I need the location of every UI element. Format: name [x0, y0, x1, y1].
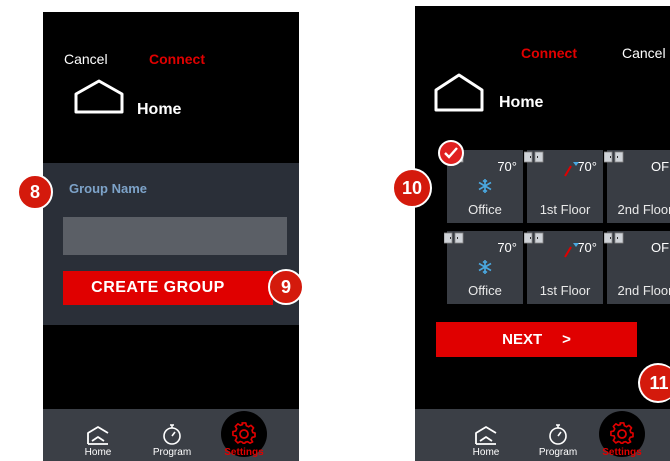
checkmark-icon [444, 147, 458, 159]
cancel-button[interactable]: Cancel [64, 51, 108, 67]
zone-grid: 70° Office 70°1st Floor OFF 2nd Floor 70° Offi… [443, 150, 670, 310]
step-badge-9: 9 [268, 269, 304, 305]
chevron-right-icon: > [562, 331, 571, 348]
cancel-button[interactable]: Cancel [622, 45, 666, 61]
select-zones-screen: Connect Cancel Home 70° Office 70° 1st Floo… [415, 6, 670, 461]
zone-name: 1st Floor [539, 202, 591, 217]
step-badge-11: 11 [638, 363, 670, 403]
zone-tile[interactable]: 70° 1st Floor [523, 150, 603, 223]
tab-home-label: Home [472, 447, 500, 458]
create-group-panel: Group Name CREATE GROUP [43, 163, 299, 325]
door-icon [523, 231, 544, 249]
tab-home[interactable]: Home [77, 409, 119, 461]
step-badge-10: 10 [392, 168, 432, 208]
create-group-button[interactable]: CREATE GROUP [63, 271, 273, 305]
tab-program[interactable]: Program [533, 409, 583, 461]
tab-home[interactable]: Home [465, 409, 507, 461]
home-icon [87, 426, 109, 445]
gear-icon [610, 422, 634, 444]
zone-tile[interactable]: OFF 2nd Floor [603, 150, 670, 223]
auto-mode-icon [563, 243, 581, 264]
snowflake-icon [477, 178, 493, 199]
door-icon [603, 150, 624, 168]
tab-home-label: Home [84, 447, 112, 458]
tab-bar: Home Program Settings [43, 409, 299, 461]
door-icon [603, 231, 624, 249]
connect-button[interactable]: Connect [521, 45, 577, 61]
door-icon [523, 150, 544, 168]
zone-temperature: OFF [651, 159, 670, 174]
zone-name: 2nd Floor [617, 202, 670, 217]
snowflake-icon [477, 259, 493, 280]
selected-check [438, 140, 464, 166]
zone-tile[interactable]: 70° 1st Floor [523, 231, 603, 304]
stopwatch-icon [549, 424, 567, 445]
tab-program-label: Program [538, 447, 578, 458]
tab-settings-label: Settings [224, 447, 264, 458]
tab-bar: Home Program Settings [415, 409, 670, 461]
group-name-label: Group Name [69, 181, 148, 196]
gear-icon [232, 422, 256, 444]
tab-program-label: Program [152, 447, 192, 458]
tab-program[interactable]: Program [147, 409, 197, 461]
door-icon [443, 231, 464, 249]
zone-name: 1st Floor [539, 283, 591, 298]
create-group-label: CREATE GROUP [91, 279, 225, 296]
zone-name: Office [468, 202, 502, 217]
zone-name: Office [468, 283, 502, 298]
page-title: Home [137, 101, 182, 118]
zone-temperature: 70° [497, 159, 517, 174]
create-group-screen: Cancel Connect Home Group Name CREATE GR… [43, 12, 299, 461]
zone-tile[interactable]: OFF 2nd Floor [603, 231, 670, 304]
tab-settings[interactable]: Settings [219, 409, 269, 461]
page-title: Home [499, 94, 544, 111]
zone-tile[interactable]: 70° Office [443, 231, 523, 304]
connect-button[interactable]: Connect [149, 51, 205, 67]
step-badge-8: 8 [17, 174, 53, 210]
zone-temperature: 70° [497, 240, 517, 255]
group-name-input[interactable] [63, 217, 287, 255]
auto-mode-icon [563, 162, 581, 183]
home-icon [74, 79, 124, 114]
tab-settings-label: Settings [602, 447, 642, 458]
next-button[interactable]: NEXT > [436, 322, 637, 357]
next-label: NEXT [502, 331, 543, 348]
tab-settings[interactable]: Settings [597, 409, 647, 461]
zone-name: 2nd Floor [617, 283, 670, 298]
zone-temperature: OFF [651, 240, 670, 255]
home-icon [434, 73, 484, 112]
stopwatch-icon [163, 424, 181, 445]
home-icon [475, 426, 497, 445]
